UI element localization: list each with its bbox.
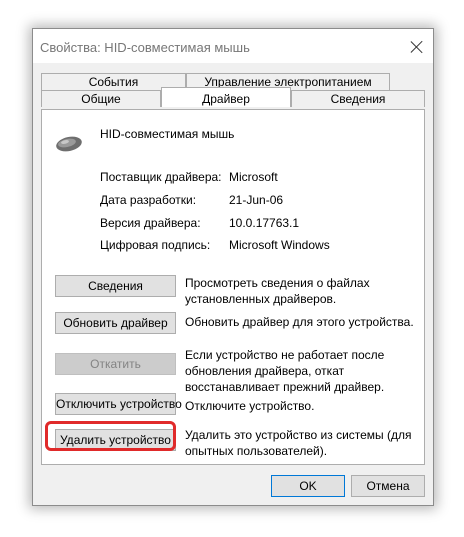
info-label-provider: Поставщик драйвера: (100, 170, 222, 184)
uninstall-device-description: Удалить это устройство из системы (для о… (185, 427, 412, 459)
cancel-button[interactable]: Отмена (351, 475, 425, 497)
tab-details[interactable]: Сведения (291, 90, 425, 107)
description-line: Удалить это устройство из системы (для (185, 428, 412, 442)
description-line: Если устройство не работает после (185, 348, 385, 362)
info-label-date: Дата разработки: (100, 193, 197, 207)
tab-driver[interactable]: Драйвер (161, 87, 291, 107)
disable-device-button[interactable]: Отключить устройство (55, 393, 182, 415)
driver-details-description: Просмотреть сведения о файлах установлен… (185, 275, 370, 307)
description-line: Отключите устройство. (185, 399, 315, 413)
description-line: восстанавливает прежний драйвер. (185, 380, 385, 394)
update-driver-description: Обновить драйвер для этого устройства. (185, 314, 414, 330)
description-line: обновления драйвера, откат (185, 364, 345, 378)
info-value-version: 10.0.17763.1 (229, 216, 300, 230)
description-line: опытных пользователей). (185, 444, 328, 458)
properties-dialog: Свойства: HID-совместимая мышь События У… (32, 28, 434, 506)
mouse-icon (56, 136, 82, 152)
info-value-provider: Microsoft (229, 170, 278, 184)
window-title: Свойства: HID-совместимая мышь (40, 40, 250, 55)
highlight-frame (45, 421, 176, 451)
roll-back-driver-button: Откатить (55, 353, 176, 375)
ok-button[interactable]: OK (271, 475, 345, 497)
description-line: Просмотреть сведения о файлах (185, 276, 370, 290)
title-bar: Свойства: HID-совместимая мышь (33, 29, 433, 63)
info-value-date: 21-Jun-06 (229, 193, 284, 207)
disable-device-description: Отключите устройство. (185, 398, 314, 414)
device-name: HID-совместимая мышь (100, 127, 235, 141)
tab-general[interactable]: Общие (41, 90, 161, 107)
close-icon[interactable] (409, 39, 425, 55)
description-line: установленных драйверов. (185, 292, 337, 306)
driver-details-button[interactable]: Сведения (55, 275, 176, 297)
info-value-signature: Microsoft Windows (229, 238, 330, 252)
roll-back-description: Если устройство не работает после обновл… (185, 347, 384, 395)
info-label-signature: Цифровая подпись: (100, 238, 211, 252)
info-label-version: Версия драйвера: (100, 216, 201, 230)
update-driver-button[interactable]: Обновить драйвер (55, 312, 176, 334)
description-line: Обновить драйвер для этого устройства. (185, 315, 414, 329)
